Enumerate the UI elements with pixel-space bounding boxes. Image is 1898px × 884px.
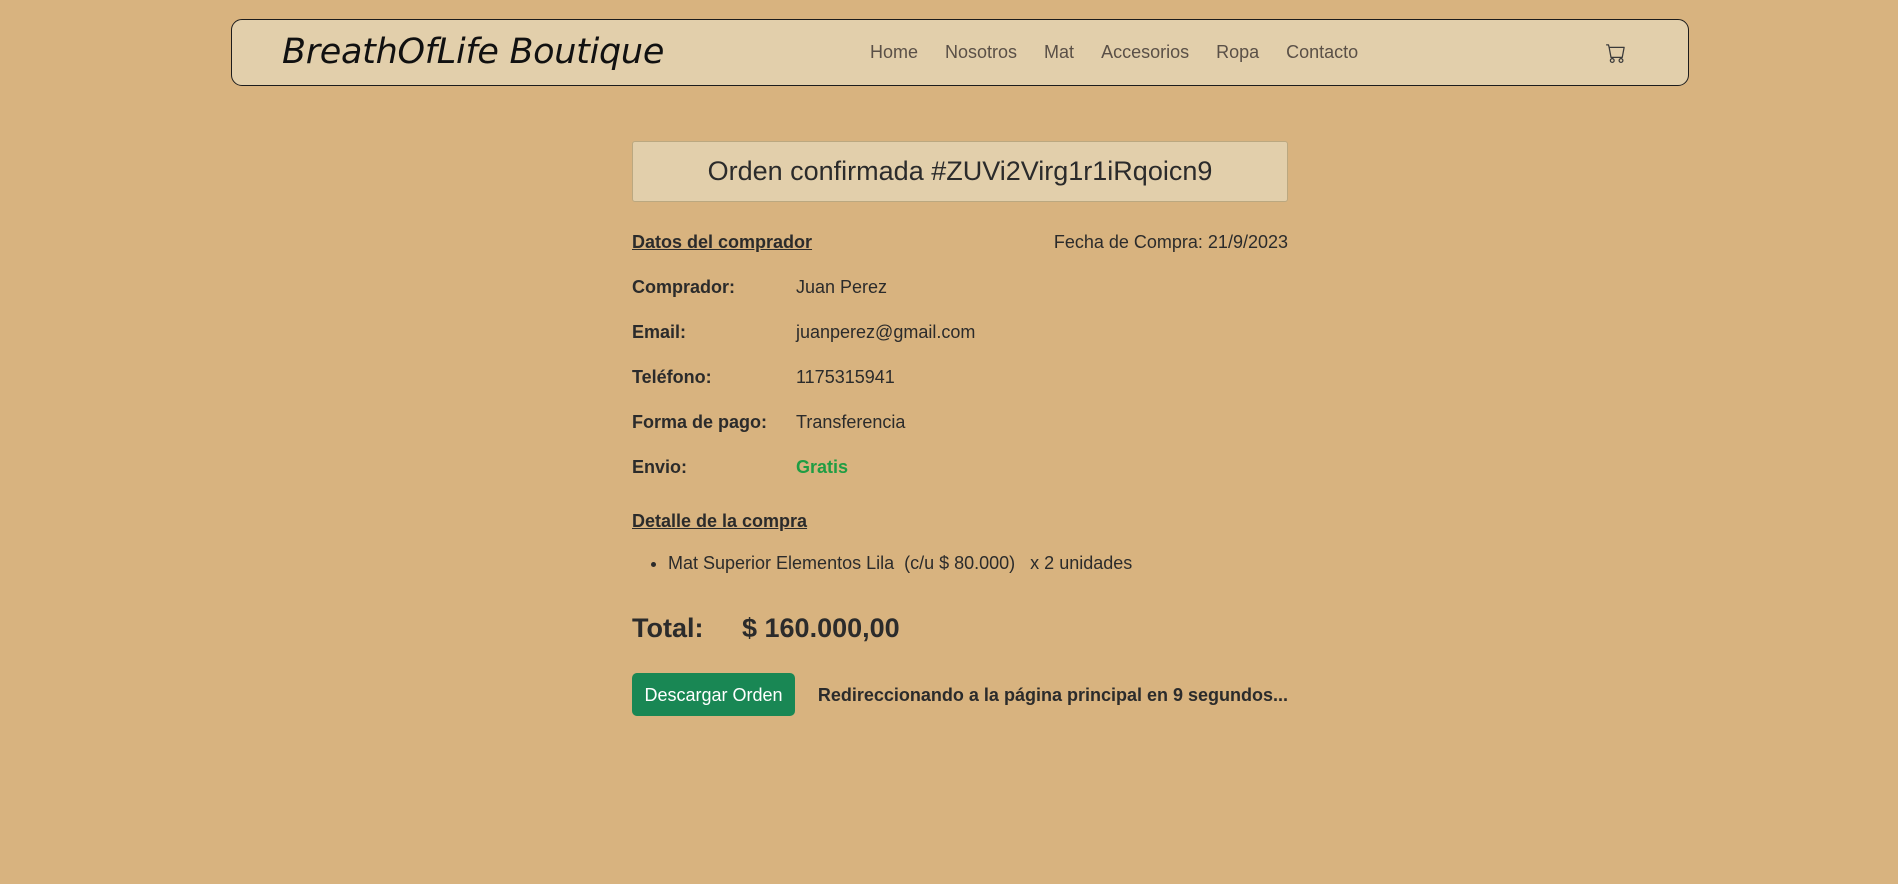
- purchase-items: Mat Superior Elementos Lila (c/u $ 80.00…: [632, 553, 1132, 574]
- phone-value: 1175315941: [796, 367, 895, 387]
- nav-link-nosotros[interactable]: Nosotros: [945, 42, 1017, 63]
- buyer-section-heading: Datos del comprador: [632, 232, 813, 252]
- order-confirmation: Orden confirmada #ZUVi2Virg1r1iRqoicn9 D…: [632, 141, 1288, 716]
- payment-value: Transferencia: [796, 412, 906, 432]
- payment-label: Forma de pago:: [632, 412, 768, 432]
- nav-link-contacto[interactable]: Contacto: [1286, 42, 1358, 63]
- shipping-label: Envio:: [632, 457, 688, 477]
- purchase-date: Fecha de Compra: 21/9/2023: [1053, 232, 1288, 252]
- nav-link-accesorios[interactable]: Accesorios: [1101, 42, 1189, 63]
- cart-icon[interactable]: [1606, 43, 1626, 63]
- brand-logo[interactable]: BreathOfLife Boutique: [282, 32, 664, 72]
- order-total: Total: $ 160.000,00: [632, 613, 900, 644]
- email-label: Email:: [632, 322, 687, 342]
- detail-section-heading: Detalle de la compra: [632, 511, 808, 531]
- buyer-value: Juan Perez: [796, 277, 888, 297]
- nav-link-home[interactable]: Home: [870, 42, 918, 63]
- buyer-label: Comprador:: [632, 277, 735, 297]
- total-value: $ 160.000,00: [742, 613, 900, 643]
- nav-links: Home Nosotros Mat Accesorios Ropa Contac…: [870, 42, 1385, 63]
- shipping-value: Gratis: [796, 457, 849, 477]
- nav-link-mat[interactable]: Mat: [1044, 42, 1074, 63]
- navbar: BreathOfLife Boutique Home Nosotros Mat …: [231, 19, 1689, 86]
- total-label: Total:: [632, 613, 704, 643]
- list-item: Mat Superior Elementos Lila (c/u $ 80.00…: [668, 553, 1132, 574]
- nav-link-ropa[interactable]: Ropa: [1216, 42, 1259, 63]
- order-title: Orden confirmada #ZUVi2Virg1r1iRqoicn9: [632, 141, 1288, 202]
- redirect-message: Redireccionando a la página principal en…: [817, 685, 1288, 705]
- phone-label: Teléfono:: [632, 367, 712, 387]
- download-order-button[interactable]: Descargar Orden: [632, 673, 795, 716]
- email-value: juanperez@gmail.com: [796, 322, 976, 342]
